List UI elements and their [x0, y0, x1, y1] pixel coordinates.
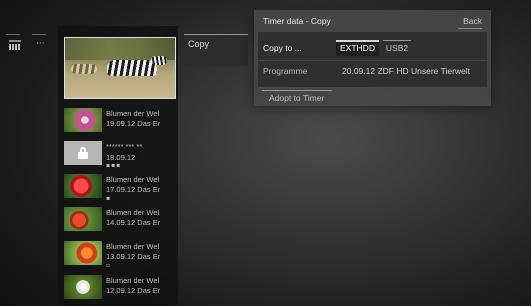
recording-item[interactable]: Blumen der Wel 14.09.12 Das Er [64, 207, 178, 235]
recording-date: 19.09.12 Das Er [106, 119, 161, 128]
locked-thumbnail [64, 141, 102, 165]
recording-date: 17.09.12 Das Er [106, 185, 161, 194]
flower-thumbnail [64, 241, 102, 265]
recording-title: Blumen der Wel [106, 276, 160, 285]
recording-date: 14.09.12 Das Er [106, 218, 161, 227]
divider [6, 34, 20, 35]
preview-image [64, 37, 176, 99]
target-usb2[interactable]: USB2 [383, 40, 411, 56]
flower-thumbnail [64, 174, 102, 198]
programme-value: 20.09.12 ZDF HD Unsere Tierwelt [342, 66, 471, 76]
recording-title: Blumen der Wel [106, 242, 160, 251]
recording-item[interactable]: Blumen der Wel 19.09.12 Das Er [64, 108, 178, 136]
recording-title: Blumen der Wel [106, 208, 160, 217]
status-flags: ▪ [106, 195, 112, 202]
recording-item[interactable]: ****** *** ** 18.09.12 ▪▪▪ [64, 141, 178, 169]
status-flags: ▪▪▪ [106, 162, 122, 169]
divider [458, 28, 482, 29]
recording-item[interactable]: Blumen der Wel 13.09.12 Das Er ▫ [64, 241, 178, 269]
lock-icon [78, 147, 88, 159]
status-flags: ▫ [106, 262, 112, 269]
adopt-label: Adopt to Timer [269, 93, 325, 103]
list-icon[interactable] [9, 40, 21, 50]
recording-title: Blumen der Wel [106, 175, 160, 184]
copy-button[interactable]: Copy [184, 34, 248, 66]
copy-to-label: Copy to ... [263, 43, 302, 53]
recording-date: 13.09.12 Das Er [106, 252, 161, 261]
flower-thumbnail [64, 275, 102, 299]
divider [32, 34, 46, 35]
flower-thumbnail [64, 108, 102, 132]
menu-dots[interactable]: ··· [36, 39, 45, 49]
target-exthdd[interactable]: EXTHDD [336, 40, 379, 56]
dialog-title: Timer data - Copy [263, 16, 331, 26]
copy-dialog: Timer data - Copy Back Copy to ... EXTHD… [254, 10, 491, 106]
copy-label: Copy [188, 39, 210, 49]
back-button[interactable]: Back [463, 16, 482, 26]
recording-item[interactable]: Blumen der Wel 17.09.12 Das Er ▪ [64, 174, 178, 202]
recording-item[interactable]: Blumen der Wel 12.09.12 Das Er [64, 275, 178, 303]
recording-title: Blumen der Wel [106, 109, 160, 118]
recording-date: 18.09.12 [106, 153, 136, 162]
programme-label: Programme [263, 66, 308, 76]
tv-screen: ··· Blumen der Wel 19.09.12 Das Er *****… [0, 0, 531, 306]
divider [258, 60, 487, 61]
recording-date: 12.09.12 Das Er [106, 286, 161, 295]
flower-thumbnail [64, 207, 102, 231]
recording-title: ****** *** ** [106, 142, 143, 151]
dialog-body: Copy to ... EXTHDD USB2 Programme 20.09.… [258, 32, 487, 87]
adopt-to-timer-button[interactable]: Adopt to Timer [262, 90, 332, 105]
